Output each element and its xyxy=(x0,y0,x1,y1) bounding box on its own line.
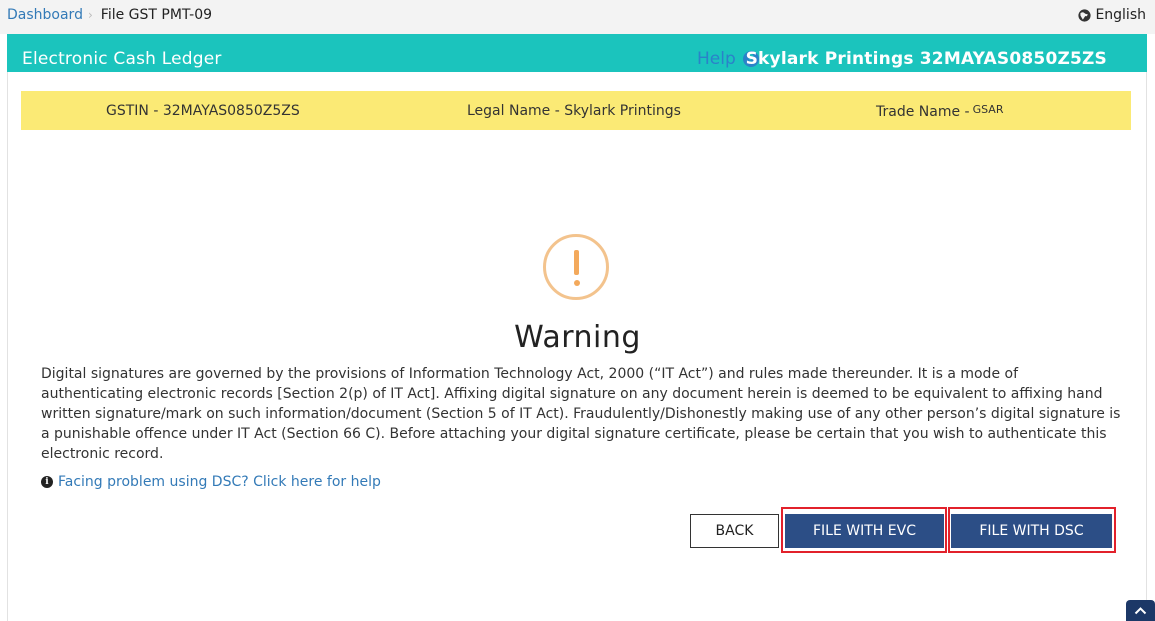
scroll-to-top-button[interactable] xyxy=(1126,600,1155,621)
trade-name-label: Trade Name - xyxy=(876,104,970,120)
trade-name-value: GSAR xyxy=(972,103,1004,116)
file-with-dsc-button[interactable]: FILE WITH DSC xyxy=(951,514,1112,548)
gstin-info: GSTIN - 32MAYAS0850Z5ZS xyxy=(106,103,300,119)
breadcrumb-dashboard-link[interactable]: Dashboard xyxy=(7,7,83,23)
taxpayer-info-bar: GSTIN - 32MAYAS0850Z5ZS Legal Name - Sky… xyxy=(21,91,1131,130)
help-label: Help xyxy=(697,49,736,69)
top-bar: Dashboard › File GST PMT-09 English xyxy=(0,0,1155,34)
file-with-evc-button[interactable]: FILE WITH EVC xyxy=(785,514,944,548)
dsc-help-link[interactable]: Facing problem using DSC? Click here for… xyxy=(58,474,381,490)
taxpayer-name: Skylark Printings 32MAYAS0850Z5ZS xyxy=(745,49,1107,69)
globe-icon xyxy=(1078,8,1092,22)
back-button[interactable]: BACK xyxy=(690,514,779,548)
legal-name-info: Legal Name - Skylark Printings xyxy=(467,103,681,119)
breadcrumb-current: File GST PMT-09 xyxy=(100,7,213,23)
breadcrumb-separator: › xyxy=(87,8,93,22)
page-title: Electronic Cash Ledger xyxy=(22,49,222,69)
language-selector[interactable]: English xyxy=(1078,7,1146,23)
page-header: Electronic Cash Ledger Help ? Skylark Pr… xyxy=(7,34,1147,72)
warning-icon xyxy=(543,234,609,300)
info-icon: i xyxy=(41,476,53,488)
dsc-help: i Facing problem using DSC? Click here f… xyxy=(41,474,381,490)
language-label: English xyxy=(1095,7,1146,23)
warning-text: Digital signatures are governed by the p… xyxy=(41,366,1121,462)
warning-title: Warning xyxy=(514,320,641,355)
breadcrumb: Dashboard › File GST PMT-09 xyxy=(7,7,212,23)
trade-name-info: Trade Name - GSAR xyxy=(876,103,1003,120)
chevron-up-icon xyxy=(1134,607,1147,615)
